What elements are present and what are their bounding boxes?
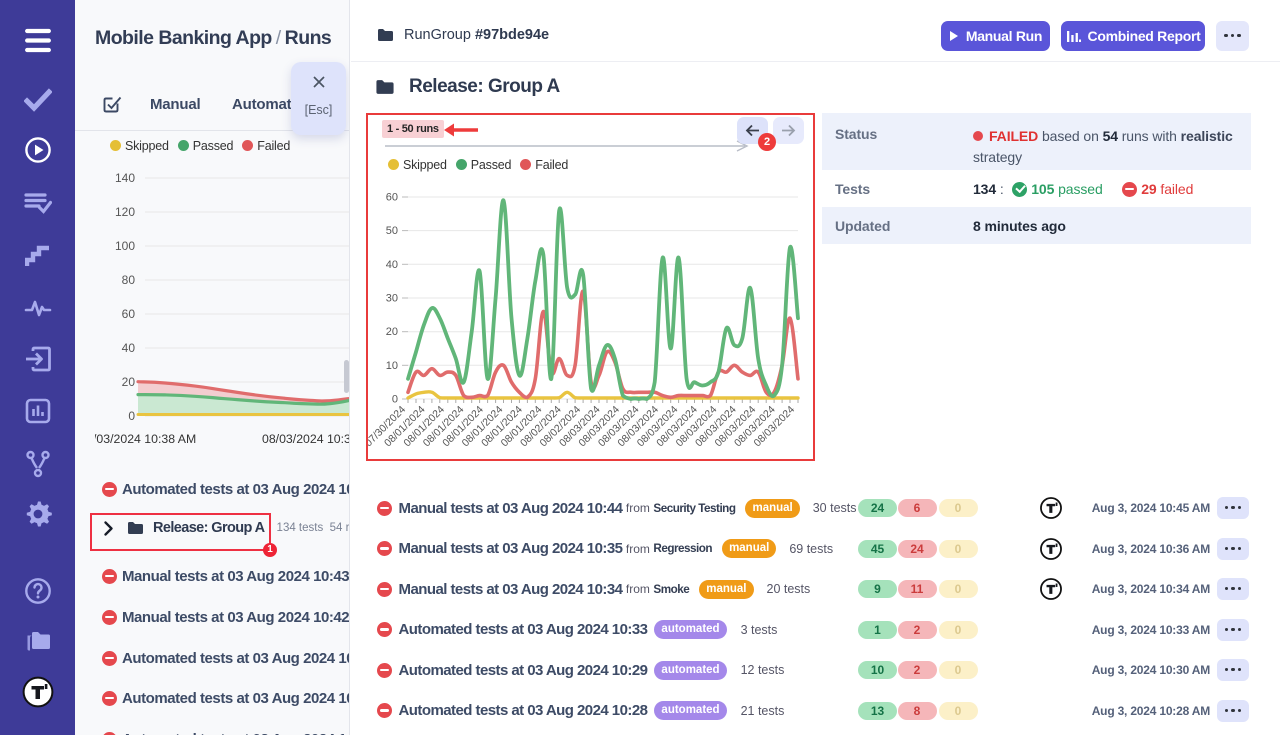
svg-text:80: 80 [122, 273, 136, 287]
svg-text:40: 40 [122, 341, 136, 355]
svg-text:08/03/2024 10:39 AM: 08/03/2024 10:39 AM [262, 432, 350, 446]
svg-text:20: 20 [122, 375, 136, 389]
svg-text:100: 100 [115, 239, 135, 253]
svg-text:/03/2024 10:38 AM: /03/2024 10:38 AM [95, 432, 196, 446]
svg-text:140: 140 [115, 171, 135, 185]
svg-text:120: 120 [115, 205, 135, 219]
svg-text:60: 60 [122, 307, 136, 321]
svg-text:0: 0 [128, 409, 135, 423]
